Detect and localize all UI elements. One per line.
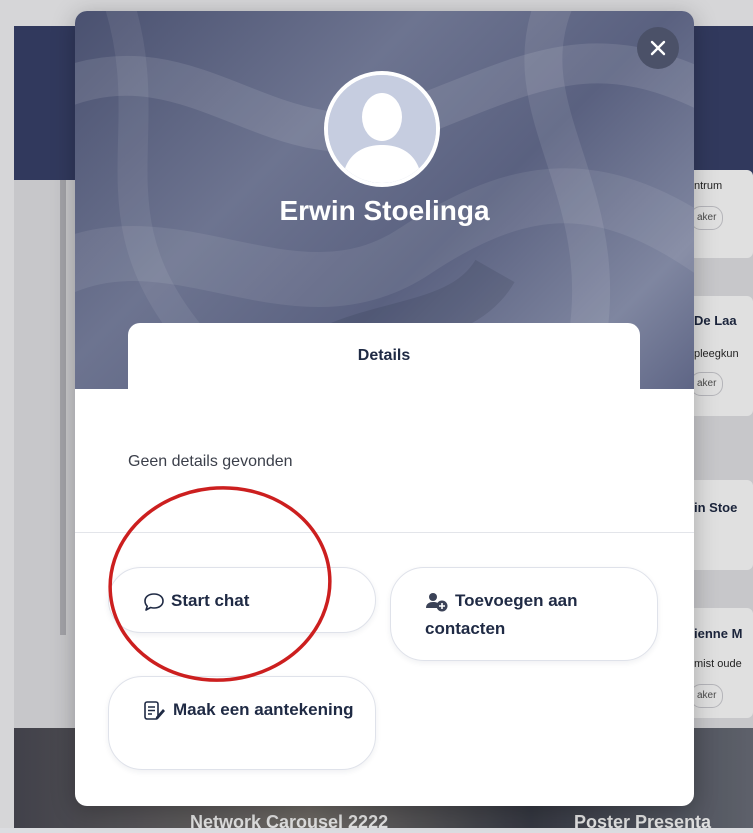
divider [75, 532, 694, 533]
profile-modal: Erwin Stoelinga Details Geen details gev… [75, 11, 694, 806]
note-edit-icon [144, 700, 165, 720]
profile-header: Erwin Stoelinga Details [75, 11, 694, 389]
profile-name: Erwin Stoelinga [279, 195, 490, 226]
make-note-label: Maak een aantekening [173, 700, 354, 719]
close-button[interactable] [637, 27, 679, 69]
tab-details[interactable]: Details [128, 323, 640, 389]
chat-bubble-icon [144, 592, 164, 611]
add-contact-button[interactable]: Toevoegen aan contacten [390, 567, 658, 661]
make-note-button[interactable]: Maak een aantekening [108, 676, 376, 770]
add-user-icon [426, 592, 448, 612]
person-silhouette-icon [328, 75, 436, 183]
start-chat-button[interactable]: Start chat [108, 567, 376, 633]
close-icon [650, 40, 666, 56]
details-empty-message: Geen details gevonden [128, 453, 293, 470]
avatar [324, 71, 440, 187]
start-chat-label: Start chat [171, 591, 250, 610]
